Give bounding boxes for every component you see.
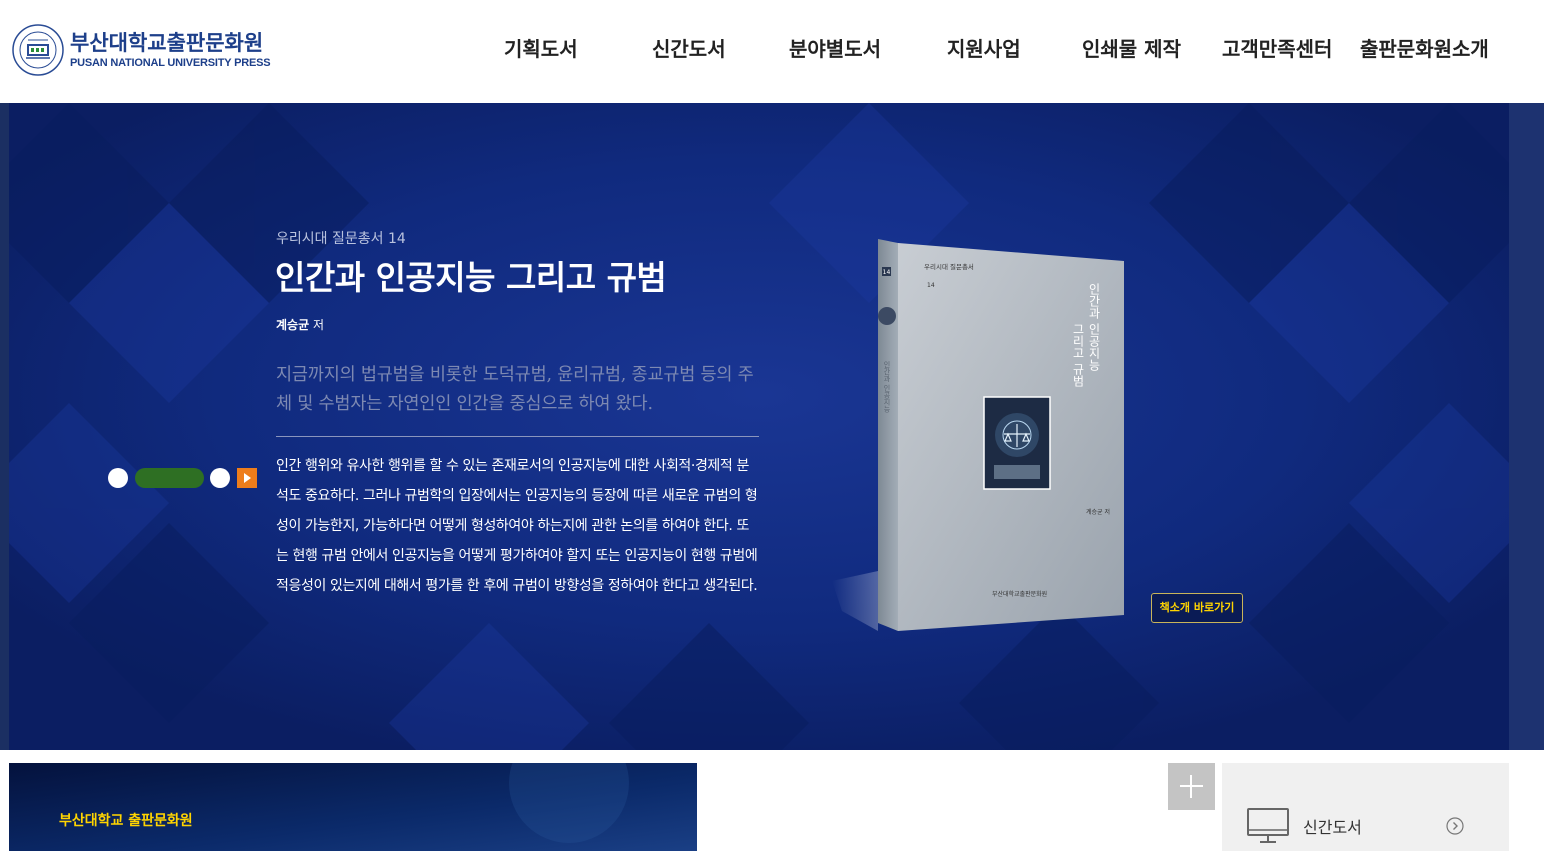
site-logo[interactable]: 부산대학교출판문화원 PUSAN NATIONAL UNIVERSITY PRE… — [12, 24, 271, 76]
plus-button[interactable] — [1168, 763, 1215, 810]
nav-item-planned-books[interactable]: 기획도서 — [504, 33, 578, 65]
book-lead-text: 지금까지의 법규범을 비롯한 도덕규범, 윤리규범, 종교규범 등의 주체 및 … — [276, 365, 754, 414]
logo-korean-name: 부산대학교출판문화원 — [70, 31, 264, 55]
hero-left-strip — [0, 103, 9, 750]
cover-publisher: 부산대학교출판문화원 — [992, 590, 1047, 598]
book-description: 인간 행위와 유사한 행위를 할 수 있는 존재로서의 인공지능에 대한 사회적… — [276, 458, 758, 594]
book-title: 인간과 인공지능 그리고 규범 — [275, 258, 667, 297]
monitor-icon — [1247, 808, 1289, 843]
chevron-right-circle-icon — [1446, 817, 1464, 835]
nav-item-about[interactable]: 출판문화원소개 — [1360, 33, 1489, 65]
hero-divider — [276, 436, 759, 437]
logo-text: 부산대학교출판문화원 PUSAN NATIONAL UNIVERSITY PRE… — [70, 30, 271, 70]
nav-item-books-by-field[interactable]: 분야별도서 — [789, 33, 881, 65]
hero-background-pattern — [9, 103, 1509, 750]
cover-number: 14 — [927, 282, 935, 289]
nav-item-customer-center[interactable]: 고객만족센터 — [1222, 33, 1332, 65]
book-author: 계승균 저 — [276, 316, 324, 333]
slider-dot-active[interactable] — [135, 468, 204, 488]
cover-author-small: 계승균 저 — [1086, 508, 1110, 516]
slider-play-button[interactable] — [237, 468, 257, 488]
banner-label: 부산대학교 출판문화원 — [59, 813, 193, 829]
site-header: 부산대학교출판문화원 PUSAN NATIONAL UNIVERSITY PRE… — [0, 0, 1544, 103]
nav-item-print-production[interactable]: 인쇄물 제작 — [1082, 33, 1181, 65]
svg-text:14: 14 — [883, 269, 891, 276]
book-intro-button[interactable]: 책소개 바로가기 — [1151, 593, 1243, 623]
press-banner[interactable]: 부산대학교 출판문화원 — [9, 763, 697, 851]
plus-icon-vertical — [1190, 775, 1192, 798]
slider-dot-1[interactable] — [108, 468, 128, 488]
book-cover-icon: 14 인간과 인공지능 우리시대 질문총서 14 인간과 인공지능 그리고 규범… — [832, 239, 1124, 631]
hero-slider: 우리시대 질문총서 14 인간과 인공지능 그리고 규범 계승균 저 지금까지의… — [0, 103, 1544, 750]
nav-item-new-books[interactable]: 신간도서 — [652, 33, 726, 65]
nav-item-support-projects[interactable]: 지원사업 — [947, 33, 1021, 65]
banner-background — [9, 763, 697, 851]
author-suffix: 저 — [312, 318, 324, 332]
cover-spine-title: 인간과 인공지능 — [883, 360, 891, 412]
hero-right-strip — [1509, 103, 1544, 750]
cover-series-small: 우리시대 질문총서 — [924, 262, 974, 271]
book-cover-image[interactable]: 14 인간과 인공지능 우리시대 질문총서 14 인간과 인공지능 그리고 규범… — [832, 231, 1132, 641]
author-name: 계승균 — [276, 318, 310, 332]
university-seal-icon — [12, 24, 64, 76]
cover-title-line-2: 그리고 규범 — [1071, 323, 1085, 387]
new-books-label: 신간도서 — [1303, 818, 1362, 837]
slider-dot-3[interactable] — [210, 468, 230, 488]
new-books-box[interactable]: 신간도서 — [1222, 763, 1509, 851]
book-series: 우리시대 질문총서 14 — [276, 231, 406, 247]
logo-english-name: PUSAN NATIONAL UNIVERSITY PRESS — [70, 57, 271, 69]
cover-title-line-1: 인간과 인공지능 — [1087, 283, 1101, 371]
